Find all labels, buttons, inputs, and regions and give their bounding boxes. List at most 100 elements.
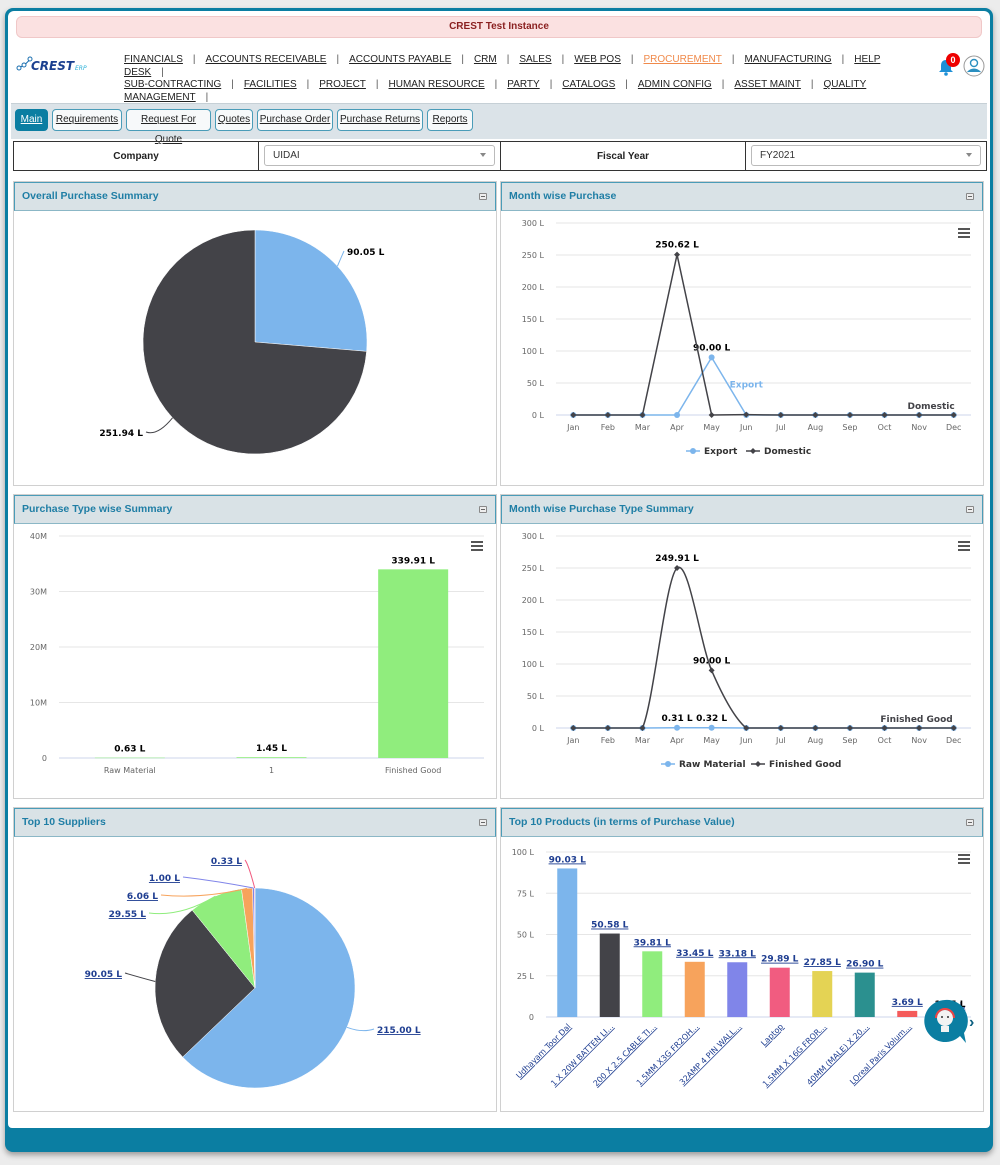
overall-purchase-chart: 90.05 L 251.94 L <box>99 229 385 455</box>
y-tick-label: 25 L <box>517 972 535 981</box>
chart-menu-icon[interactable] <box>958 854 970 864</box>
minimize-icon[interactable] <box>966 819 974 826</box>
app-frame: CREST Test Instance CREST ERP FINANCIALS… <box>5 8 993 1152</box>
nav-sub-contracting[interactable]: SUB-CONTRACTING <box>124 79 221 90</box>
pie-data-label: 90.05 L <box>347 248 385 258</box>
tab-purchase-returns[interactable]: Purchase Returns <box>337 109 423 131</box>
nav-catalogs[interactable]: CATALOGS <box>562 79 615 90</box>
minimize-icon[interactable] <box>479 193 487 200</box>
bar[interactable] <box>94 757 165 759</box>
data-point[interactable] <box>674 724 681 731</box>
chevron-right-icon[interactable]: › <box>969 1014 974 1032</box>
y-tick-label: 100 L <box>522 660 545 669</box>
chart-menu-icon[interactable] <box>958 541 970 551</box>
nav-manufacturing[interactable]: MANUFACTURING <box>744 54 831 65</box>
bar[interactable] <box>854 972 875 1017</box>
nav-human-resource[interactable]: HUMAN RESOURCE <box>389 79 485 90</box>
nav-asset-maint[interactable]: ASSET MAINT <box>734 79 801 90</box>
chart-menu-icon[interactable] <box>471 541 483 551</box>
nav-separator: | <box>506 54 510 65</box>
crest-erp-logo[interactable]: CREST ERP <box>16 55 96 73</box>
fiscal-year-select[interactable]: FY2021 <box>751 145 981 166</box>
nav-facilities[interactable]: FACILITIES <box>244 79 297 90</box>
bar[interactable] <box>236 757 307 758</box>
nav-sales[interactable]: SALES <box>519 54 551 65</box>
x-tick-label: Nov <box>911 423 927 432</box>
y-tick-label: 150 L <box>522 315 545 324</box>
panel-header: Top 10 Products (in terms of Purchase Va… <box>501 808 983 837</box>
bar[interactable] <box>897 1010 918 1017</box>
minimize-icon[interactable] <box>479 506 487 513</box>
legend-item-finished-good[interactable]: Finished Good <box>769 760 841 770</box>
data-point[interactable] <box>708 412 715 418</box>
y-tick-label: 100 L <box>522 347 545 356</box>
x-tick-label: Raw Material <box>104 766 156 775</box>
tab-purchase-order[interactable]: Purchase Order <box>257 109 333 131</box>
bar-data-label[interactable]: 3.69 L <box>892 998 923 1008</box>
data-point[interactable] <box>708 667 715 674</box>
nav-accounts-receivable[interactable]: ACCOUNTS RECEIVABLE <box>206 54 327 65</box>
y-tick-label: 100 L <box>512 848 535 857</box>
menu-line <box>958 862 970 864</box>
tab-quotes[interactable]: Quotes <box>215 109 253 131</box>
nav-project[interactable]: PROJECT <box>319 79 366 90</box>
pie-data-label[interactable]: 215.00 L <box>377 1026 421 1036</box>
minimize-icon[interactable] <box>966 506 974 513</box>
menu-line <box>471 549 483 551</box>
nav-admin-config[interactable]: ADMIN CONFIG <box>638 79 712 90</box>
bar[interactable] <box>642 951 663 1017</box>
pie-data-label[interactable]: 6.06 L <box>127 892 158 902</box>
bar[interactable] <box>557 868 578 1017</box>
bar-data-label[interactable]: 39.81 L <box>634 938 672 948</box>
pie-data-label[interactable]: 0.33 L <box>211 857 242 867</box>
user-avatar-icon[interactable] <box>963 55 985 77</box>
nav-party[interactable]: PARTY <box>507 79 539 90</box>
bar[interactable] <box>812 971 833 1017</box>
menu-line <box>471 545 483 547</box>
data-label: 249.91 L <box>655 554 699 564</box>
nav-web-pos[interactable]: WEB POS <box>574 54 621 65</box>
nav-procurement[interactable]: PROCUREMENT <box>643 54 721 65</box>
nav-accounts-payable[interactable]: ACCOUNTS PAYABLE <box>349 54 451 65</box>
bar[interactable] <box>727 962 748 1017</box>
legend-item-export[interactable]: Export <box>704 447 738 457</box>
y-tick-label: 250 L <box>522 564 545 573</box>
data-point[interactable] <box>674 251 681 258</box>
bar-data-label[interactable]: 90.03 L <box>549 855 587 865</box>
pie-connector <box>182 876 254 889</box>
bar-data-label[interactable]: 50.58 L <box>591 921 629 931</box>
pie-data-label[interactable]: 29.55 L <box>109 910 147 920</box>
nav-financials[interactable]: FINANCIALS <box>124 54 183 65</box>
data-point[interactable] <box>674 412 681 418</box>
chart-menu-icon[interactable] <box>958 228 970 238</box>
menu-line <box>958 854 970 856</box>
bar-data-label[interactable]: 26.90 L <box>846 960 884 970</box>
bar[interactable] <box>684 961 705 1017</box>
data-point[interactable] <box>708 354 715 361</box>
data-point[interactable] <box>708 724 715 731</box>
y-tick-label: 150 L <box>522 628 545 637</box>
minimize-icon[interactable] <box>966 193 974 200</box>
company-select[interactable]: UIDAI <box>264 145 495 166</box>
bar-data-label[interactable]: 29.89 L <box>761 955 799 965</box>
chatbot-icon[interactable] <box>922 998 968 1044</box>
bar-data-label[interactable]: 33.18 L <box>719 949 757 959</box>
nav-separator: | <box>721 79 725 90</box>
nav-crm[interactable]: CRM <box>474 54 497 65</box>
pie-data-label[interactable]: 90.05 L <box>85 970 123 980</box>
minimize-icon[interactable] <box>479 819 487 826</box>
bar[interactable] <box>378 569 449 758</box>
bar-data-label[interactable]: 27.85 L <box>804 958 842 968</box>
tab-requirements[interactable]: Requirements <box>52 109 122 131</box>
x-tick-label: Dec <box>946 736 961 745</box>
bar[interactable] <box>769 967 790 1017</box>
pie-data-label[interactable]: 1.00 L <box>149 874 180 884</box>
tab-request-for-quote[interactable]: Request For Quote <box>126 109 211 145</box>
bar[interactable] <box>599 933 620 1017</box>
tab-reports[interactable]: Reports <box>427 109 473 131</box>
x-category-link[interactable]: Laptop <box>759 1022 785 1048</box>
legend-item-domestic[interactable]: Domestic <box>764 447 811 457</box>
bar-data-label[interactable]: 33.45 L <box>676 949 714 959</box>
legend-item-raw-material[interactable]: Raw Material <box>679 760 746 770</box>
tab-main[interactable]: Main <box>15 109 48 131</box>
